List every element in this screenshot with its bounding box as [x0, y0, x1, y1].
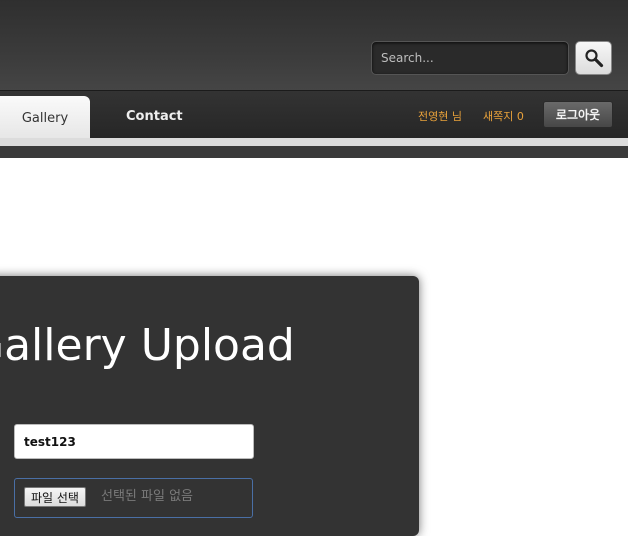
nav-tab-contact[interactable]: Contact — [126, 109, 183, 124]
magnifier-icon — [584, 49, 603, 68]
page-title: Gallery Upload — [0, 320, 295, 371]
user-name-link[interactable]: 전영현 님 — [418, 108, 462, 124]
nav-divider-light — [0, 138, 628, 146]
nav-divider-dark — [0, 146, 628, 158]
site-header — [0, 0, 628, 90]
new-messages-link[interactable]: 새쪽지 0 — [483, 108, 524, 124]
upload-title-input[interactable]: test123 — [14, 424, 254, 459]
main-navbar: Gallery Contact 전영현 님 새쪽지 0 로그아웃 — [0, 90, 628, 140]
search-button[interactable] — [575, 41, 612, 75]
nav-tab-gallery[interactable]: Gallery — [0, 96, 90, 140]
choose-file-button[interactable]: 파일 선택 — [24, 487, 86, 507]
logout-button[interactable]: 로그아웃 — [543, 101, 613, 128]
search-box[interactable] — [371, 41, 569, 75]
file-status-text: 선택된 파일 없음 — [101, 489, 193, 504]
search-input[interactable] — [372, 42, 568, 74]
